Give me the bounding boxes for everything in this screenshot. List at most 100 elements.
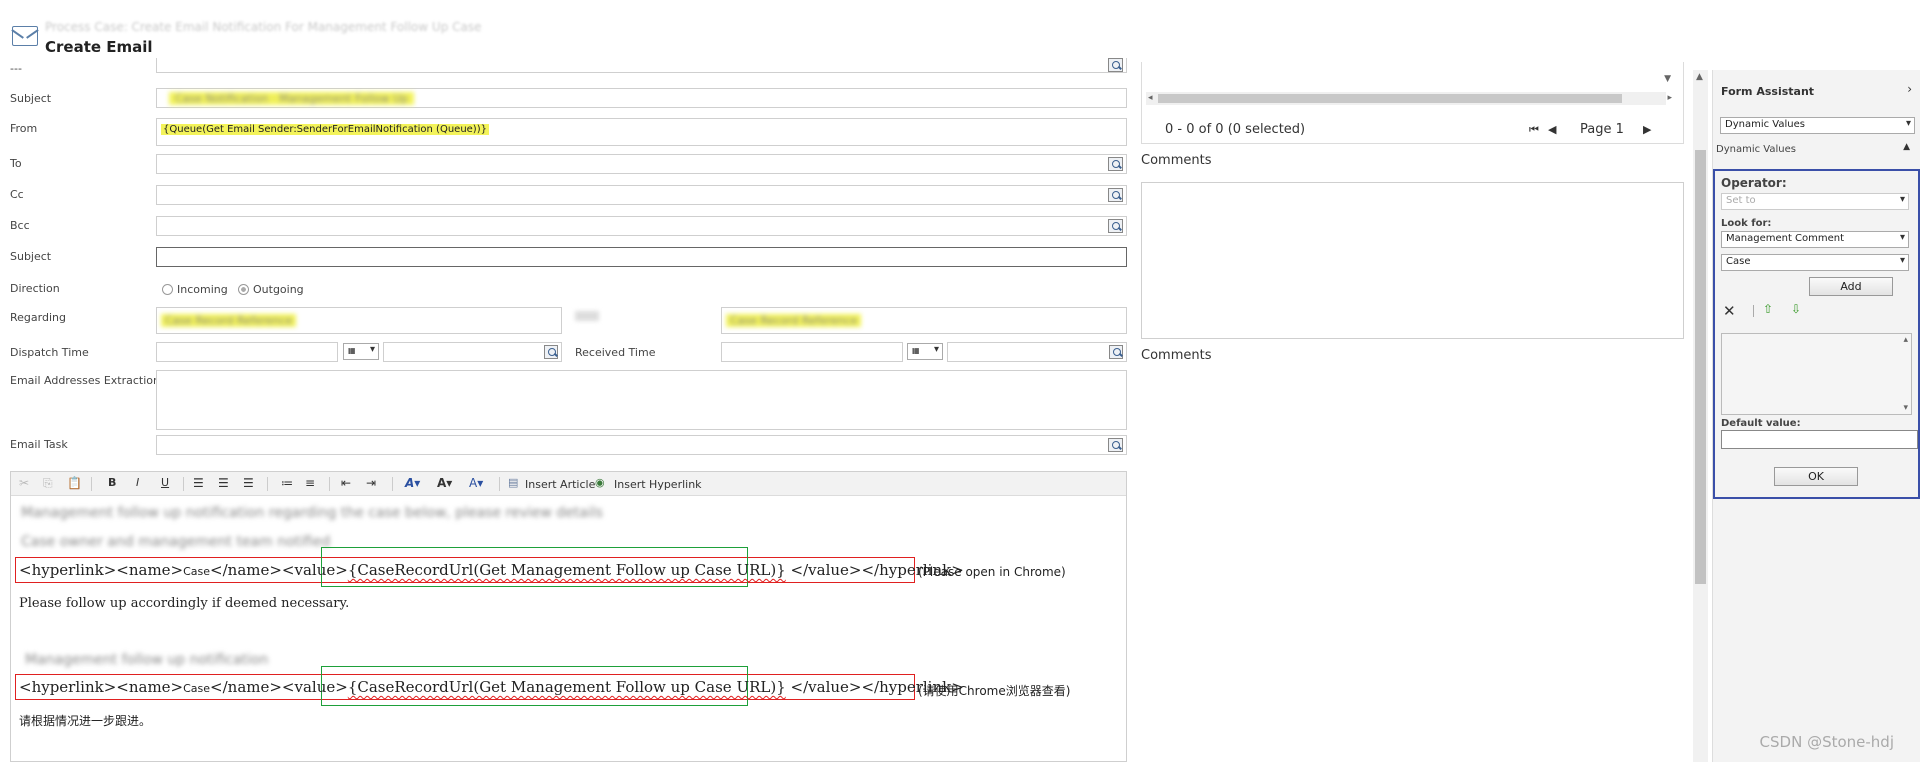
blurred-line-1: Management follow up notification regard… [21, 505, 603, 521]
received-label: Received Time [575, 346, 656, 359]
dispatch-time-field[interactable] [383, 342, 562, 362]
comments-heading-2: Comments [1141, 348, 1212, 363]
align-left-icon[interactable]: ☰ [193, 476, 204, 490]
from-field[interactable]: {Queue(Get Email Sender:SenderForEmailNo… [156, 118, 1127, 146]
dispatch-date-field[interactable] [156, 342, 338, 362]
chevron-down-icon: ▾ [1899, 255, 1905, 266]
next-page-icon[interactable]: ▶ [1643, 123, 1651, 136]
font-color-icon[interactable]: A▾ [469, 476, 483, 490]
lookup-icon[interactable] [1108, 58, 1123, 72]
collapse-chevron-icon[interactable]: › [1907, 82, 1912, 96]
bullet-list-icon[interactable]: ≡ [305, 476, 315, 490]
lookup-icon[interactable] [1108, 219, 1123, 233]
globe-icon: ◉ [595, 476, 605, 489]
extraction-label: Email Addresses Extraction [10, 374, 160, 387]
blurred-label [575, 311, 599, 321]
values-listbox[interactable]: ▴ ▾ [1721, 333, 1912, 415]
email-icon [12, 26, 38, 46]
email-task-label: Email Task [10, 438, 68, 451]
email-task-field[interactable] [156, 435, 1127, 455]
direction-incoming[interactable]: Incoming [162, 283, 228, 296]
regarding-field[interactable]: Case Record Reference [156, 307, 562, 334]
chevron-down-icon: ▾ [369, 344, 375, 355]
lookup-icon[interactable] [1108, 188, 1123, 202]
lookup-icon[interactable] [1108, 438, 1123, 452]
lookfor-select[interactable]: Management Comment ▾ [1721, 231, 1909, 248]
section-collapse-icon[interactable]: ▲ [1903, 142, 1910, 152]
scrollbar-thumb[interactable] [1695, 150, 1706, 584]
operator-select[interactable]: Set to ▾ [1721, 193, 1909, 210]
font-size-icon[interactable]: A▾ [437, 476, 452, 490]
first-page-icon[interactable]: ⏮ [1529, 123, 1539, 137]
dispatch-calendar-button[interactable]: ▦ ▾ [343, 343, 379, 360]
scroll-up-icon[interactable]: ▴ [1903, 335, 1908, 345]
extraction-field[interactable] [156, 370, 1127, 430]
insert-article-button[interactable]: Insert Article [525, 478, 595, 491]
regarding-label: Regarding [10, 311, 66, 324]
move-up-icon[interactable]: ⇧ [1763, 302, 1773, 316]
blurred-line-2: Case owner and management team notified [21, 534, 331, 550]
subject-value: Case Notification · Management Follow Up [169, 92, 415, 105]
cc-field[interactable] [156, 185, 1127, 205]
default-value-input[interactable] [1721, 430, 1918, 449]
regarding-right-field[interactable]: Case Record Reference [721, 307, 1127, 334]
article-icon: ▤ [508, 476, 519, 489]
lookup-icon[interactable] [1108, 157, 1123, 171]
subject-field[interactable]: Case Notification · Management Follow Up [156, 88, 1127, 108]
email-body-editor[interactable]: ✂ ⎘ 📋 B I U ☰ ☰ ☰ ≔ ≡ ⇤ ⇥ A▾ A▾ A▾ ▤ Ins… [10, 471, 1127, 762]
bold-button[interactable]: B [108, 476, 116, 489]
delete-icon[interactable]: ✕ [1723, 302, 1736, 320]
calendar-icon: ▦ [348, 346, 356, 355]
lookfor-label: Look for: [1721, 218, 1772, 229]
editor-toolbar: ✂ ⎘ 📋 B I U ☰ ☰ ☰ ≔ ≡ ⇤ ⇥ A▾ A▾ A▾ ▤ Ins… [11, 472, 1126, 496]
time-dropdown-icon[interactable] [1109, 345, 1123, 359]
entity-select[interactable]: Case ▾ [1721, 254, 1909, 271]
time-dropdown-icon[interactable] [544, 345, 558, 359]
bcc-field[interactable] [156, 216, 1127, 236]
scroll-down-icon[interactable]: ▾ [1903, 403, 1908, 413]
copy-icon[interactable]: ⎘ [43, 476, 53, 491]
subject2-field[interactable] [156, 247, 1127, 267]
horizontal-scrollbar[interactable]: ◂ ▸ [1146, 92, 1672, 105]
followup-en: Please follow up accordingly if deemed n… [19, 596, 350, 611]
to-field[interactable] [156, 154, 1127, 174]
ok-button[interactable]: OK [1774, 467, 1858, 486]
italic-button[interactable]: I [136, 476, 139, 489]
scroll-down-arrow-icon[interactable]: ▼ [1664, 74, 1671, 84]
cut-icon[interactable]: ✂ [19, 476, 29, 490]
direction-outgoing[interactable]: Outgoing [238, 283, 304, 296]
scrollbar-thumb[interactable] [1158, 94, 1622, 103]
chevron-down-icon: ▾ [1899, 232, 1905, 243]
increase-indent-icon[interactable]: ⇥ [366, 476, 376, 490]
chevron-down-icon: ▾ [1899, 194, 1905, 205]
underline-button[interactable]: U [161, 476, 169, 489]
subgrid-panel: ▼ ◂ ▸ 0 - 0 of 0 (0 selected) ⏮ ◀ Page 1… [1141, 62, 1684, 144]
scroll-right-icon[interactable]: ▸ [1667, 93, 1672, 103]
insert-hyperlink-button[interactable]: Insert Hyperlink [614, 478, 702, 491]
page-label: Page 1 [1580, 122, 1624, 137]
radio-incoming[interactable] [162, 284, 173, 295]
paste-icon[interactable]: 📋 [67, 476, 82, 490]
numbered-list-icon[interactable]: ≔ [281, 476, 293, 490]
scroll-up-icon[interactable]: ▲ [1696, 72, 1703, 82]
received-date-field[interactable] [721, 342, 903, 362]
page-header: Process Case: Create Email Notification … [0, 0, 1690, 64]
page-title: Create Email [45, 38, 153, 56]
top-field[interactable] [156, 58, 1127, 73]
prev-page-icon[interactable]: ◀ [1548, 123, 1556, 136]
add-button[interactable]: Add [1809, 277, 1893, 296]
align-right-icon[interactable]: ☰ [243, 476, 254, 490]
mode-select[interactable]: Dynamic Values ▾ [1720, 117, 1915, 134]
dynamic-values-section[interactable]: Dynamic Values [1716, 144, 1796, 155]
received-calendar-button[interactable]: ▦ ▾ [907, 343, 943, 360]
highlight-icon[interactable]: A▾ [405, 476, 420, 490]
form-assistant-title: Form Assistant [1721, 85, 1815, 98]
comments-box[interactable] [1141, 182, 1684, 339]
radio-outgoing[interactable] [238, 284, 249, 295]
scroll-left-icon[interactable]: ◂ [1148, 93, 1153, 103]
decrease-indent-icon[interactable]: ⇤ [341, 476, 351, 490]
received-time-field[interactable] [947, 342, 1127, 362]
move-down-icon[interactable]: ⇩ [1791, 302, 1801, 316]
align-center-icon[interactable]: ☰ [218, 476, 229, 490]
vertical-scrollbar[interactable]: ▲ [1693, 70, 1708, 762]
